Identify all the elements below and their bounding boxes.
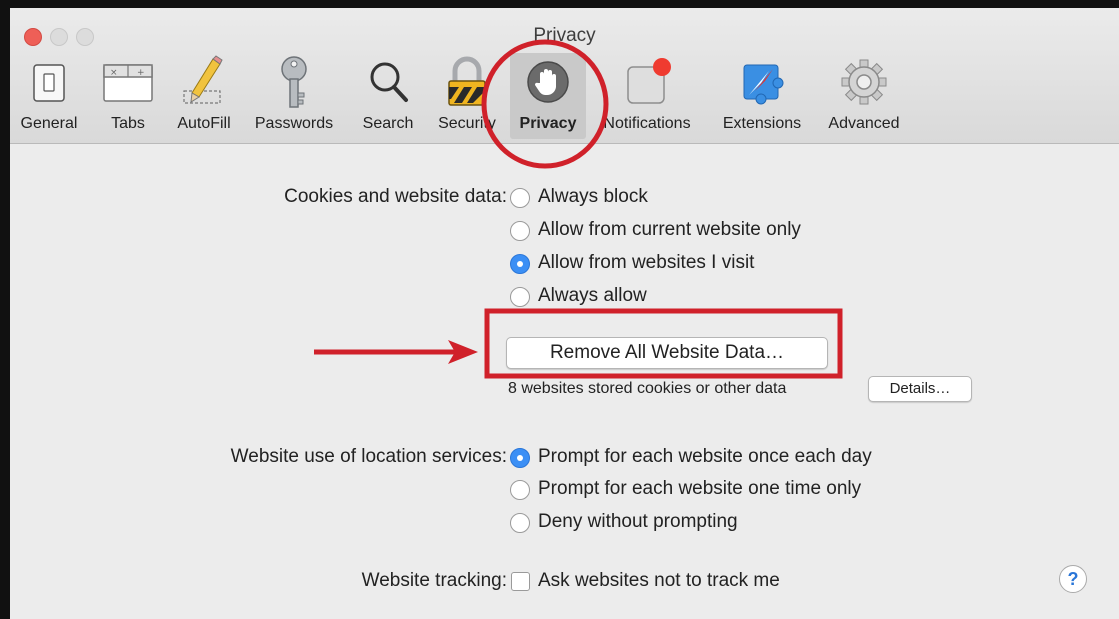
annotation-box-remove-button [484,308,843,379]
annotation-circle-privacy [481,39,609,169]
screenshot-frame: Privacy General × + Tabs AutoFill Passwo… [0,0,1119,619]
annotation-overlay [314,39,843,379]
